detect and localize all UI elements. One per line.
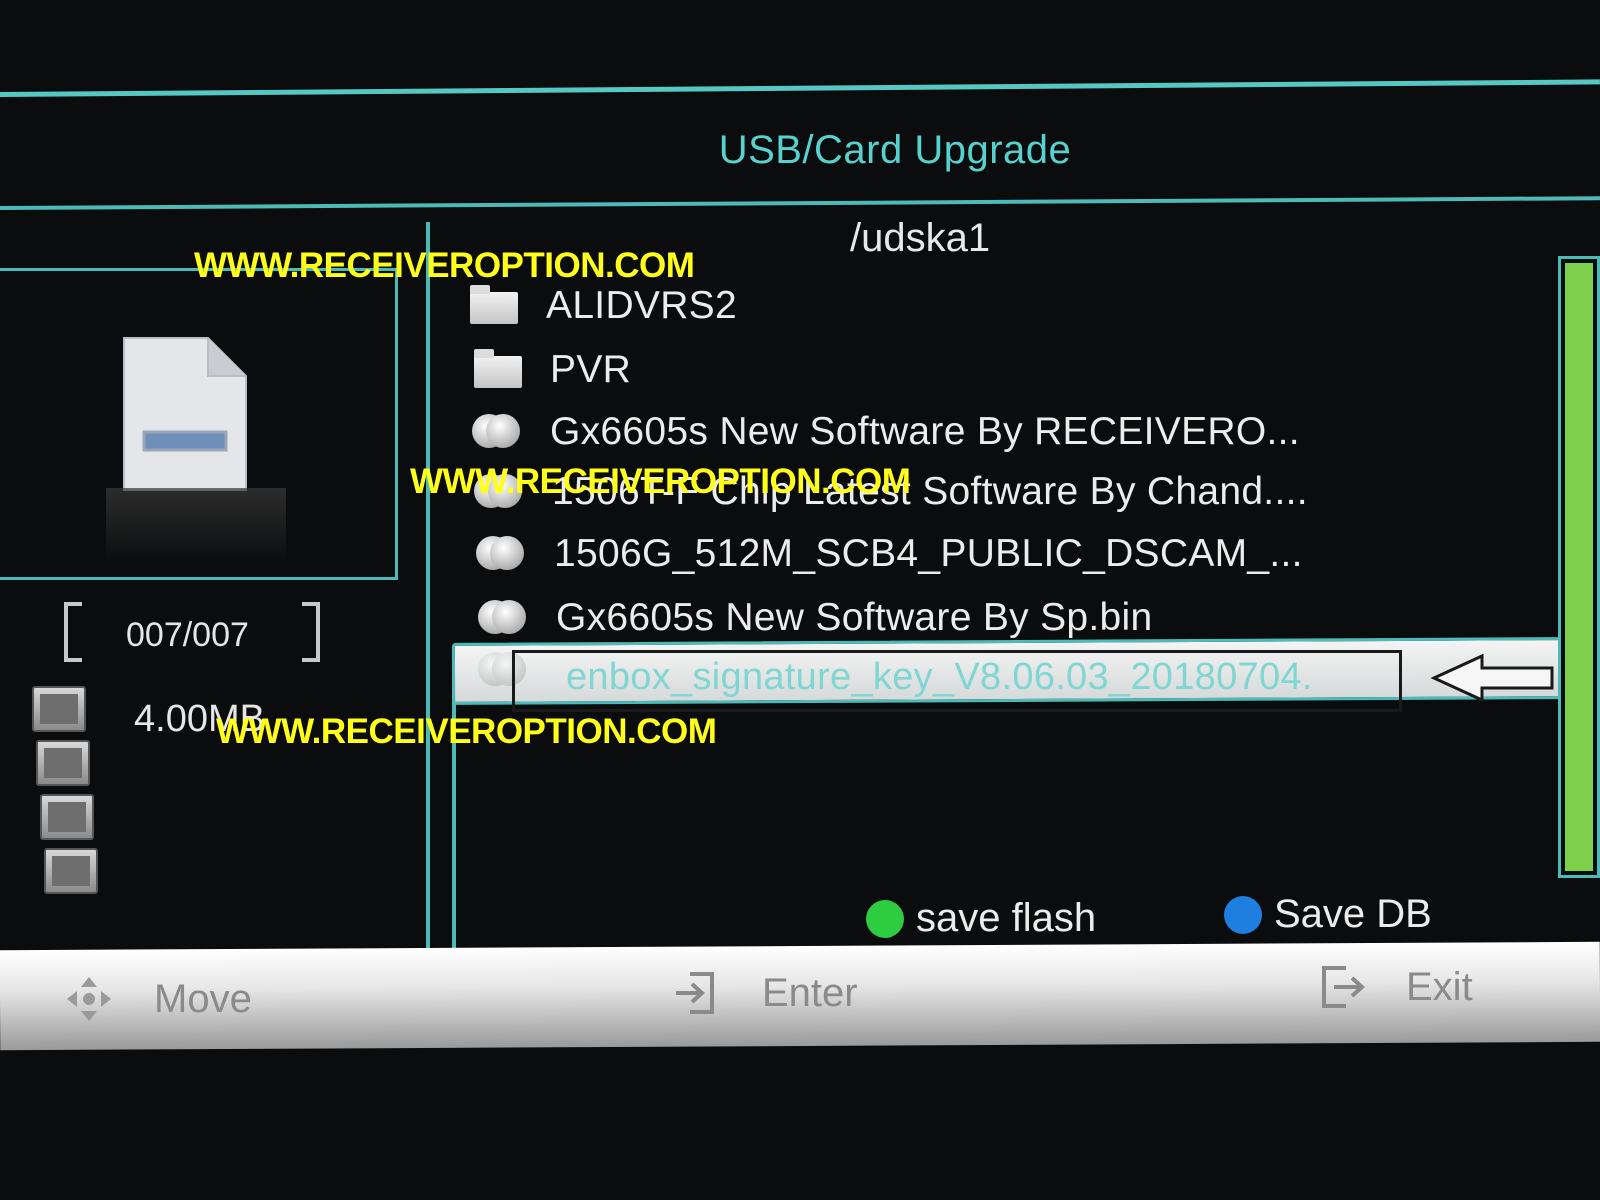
file-preview-icon xyxy=(123,337,247,491)
list-item-file[interactable]: Gx6605s New Software By RECEIVERO... xyxy=(470,404,1300,460)
list-item-folder[interactable]: PVR xyxy=(470,342,631,398)
enter-label: Enter xyxy=(762,970,858,1015)
screen-title: USB/Card Upgrade xyxy=(718,128,1072,172)
enter-hint: Enter xyxy=(672,968,858,1018)
list-item-label: Gx6605s New Software By RECEIVERO... xyxy=(550,410,1300,453)
bracket-right xyxy=(302,602,320,662)
current-path: /udska1 xyxy=(850,216,991,260)
move-arrows-icon xyxy=(67,977,111,1021)
exit-label: Exit xyxy=(1406,964,1473,1009)
bracket-left xyxy=(64,602,82,662)
panel-divider xyxy=(426,222,430,954)
watermark-text: WWW.RECEIVEROPTION.COM xyxy=(194,246,695,285)
header-divider xyxy=(0,196,1600,210)
top-frame-line xyxy=(0,79,1600,97)
file-preview-reflection xyxy=(106,488,286,564)
film-icon[interactable] xyxy=(40,794,94,840)
move-hint: Move xyxy=(64,974,252,1024)
move-label: Move xyxy=(154,976,252,1021)
save-db-label: Save DB xyxy=(1274,892,1432,936)
exit-icon xyxy=(1322,966,1365,1008)
save-flash-key[interactable]: save flash xyxy=(866,896,1096,941)
green-key-icon xyxy=(866,899,904,938)
disc-icon xyxy=(476,598,532,638)
exit-hint: Exit xyxy=(1316,962,1473,1012)
file-counter: 007/007 xyxy=(126,616,249,654)
list-item-file[interactable]: 1506G_512M_SCB4_PUBLIC_DSCAM_... xyxy=(474,526,1303,582)
enter-icon xyxy=(676,972,714,1014)
scrollbar-thumb[interactable] xyxy=(1565,263,1593,871)
selected-item-label: enbox_signature_key_V8.06.03_20180704. xyxy=(566,656,1313,698)
arrow-left-icon xyxy=(1430,653,1554,703)
shapes-icon[interactable] xyxy=(44,848,98,894)
mail-icon[interactable] xyxy=(32,686,86,732)
list-item-file[interactable]: Gx6605s New Software By Sp.bin xyxy=(476,590,1152,646)
save-flash-label: save flash xyxy=(916,896,1097,940)
list-item-folder[interactable]: ALIDVRS2 xyxy=(466,278,737,334)
disc-icon xyxy=(470,412,526,452)
blue-key-icon xyxy=(1224,895,1262,934)
list-item-label: PVR xyxy=(550,348,632,391)
disc-icon xyxy=(474,534,530,574)
watermark-text: WWW.RECEIVEROPTION.COM xyxy=(410,462,911,501)
folder-icon xyxy=(470,349,526,390)
scrollbar[interactable] xyxy=(1558,256,1600,878)
watermark-text: WWW.RECEIVEROPTION.COM xyxy=(216,712,717,751)
save-db-key[interactable]: Save DB xyxy=(1224,892,1432,937)
list-item-label: ALIDVRS2 xyxy=(546,284,737,327)
list-item-label: Gx6605s New Software By Sp.bin xyxy=(556,596,1153,639)
user-icon[interactable] xyxy=(36,740,90,786)
folder-icon xyxy=(466,285,522,326)
list-item-label: 1506G_512M_SCB4_PUBLIC_DSCAM_... xyxy=(554,532,1303,575)
